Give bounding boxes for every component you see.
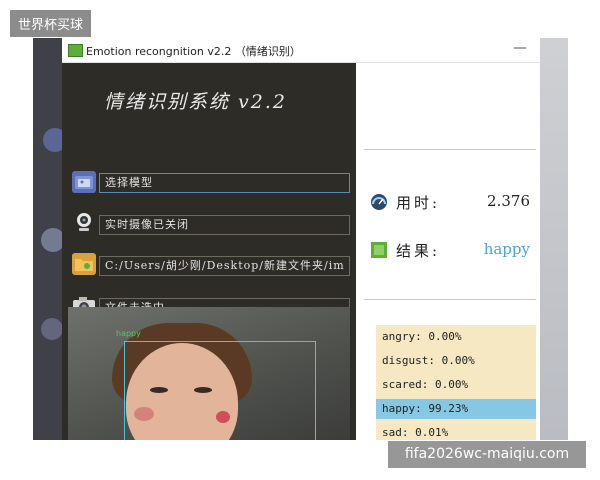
panel-title: 情绪识别系统 v2.2 [104, 91, 287, 113]
webcam-icon[interactable] [72, 211, 96, 233]
time-value: 2.376 [487, 192, 530, 210]
title-bar[interactable]: Emotion recongnition v2.2 （情绪识别） — [62, 38, 540, 63]
list-item: disgust: 0.00% [382, 354, 475, 367]
time-label: 用时: [396, 194, 441, 212]
camera-status-field[interactable]: 实时摄像已关闭 [99, 215, 350, 235]
speedometer-icon [370, 193, 388, 211]
list-item-highlighted: happy: 99.23% [376, 399, 536, 419]
result-value: happy [483, 240, 530, 258]
result-panel: 用时: 2.376 结果: happy angry: 0.00% disgust… [356, 63, 540, 440]
list-item: angry: 0.00% [382, 330, 462, 343]
face-box-label: happy [116, 329, 141, 338]
minimize-button[interactable]: — [510, 40, 530, 58]
emotion-probability-list: angry: 0.00% disgust: 0.00% scared: 0.00… [376, 325, 536, 440]
app-window: Emotion recongnition v2.2 （情绪识别） — 情绪识别系… [62, 38, 540, 440]
window-title: Emotion recongnition v2.2 （情绪识别） [86, 45, 301, 58]
list-item: scared: 0.00% [382, 378, 469, 391]
control-panel: 情绪识别系统 v2.2 选择模型 实时摄像已关闭 C:/Users/胡少刚/De… [62, 63, 356, 440]
face-bounding-box [124, 341, 316, 440]
watermark-bottom-right: fifa2026wc-maiqiu.com [388, 441, 586, 468]
folder-image-icon[interactable] [72, 171, 96, 193]
desktop-icon [41, 318, 63, 340]
divider [364, 149, 536, 150]
divider [364, 299, 536, 300]
watermark-top-left: 世界杯买球 [10, 10, 92, 37]
result-label: 结果: [396, 242, 441, 260]
list-item: sad: 0.01% [382, 426, 449, 439]
select-model-button[interactable]: 选择模型 [99, 173, 350, 193]
video-preview: happy [68, 307, 350, 440]
file-path-field[interactable]: C:/Users/胡少刚/Desktop/新建文件夹/im [99, 256, 350, 276]
app-icon [68, 44, 83, 57]
result-icon [370, 241, 388, 259]
folder-open-icon[interactable] [72, 253, 96, 275]
